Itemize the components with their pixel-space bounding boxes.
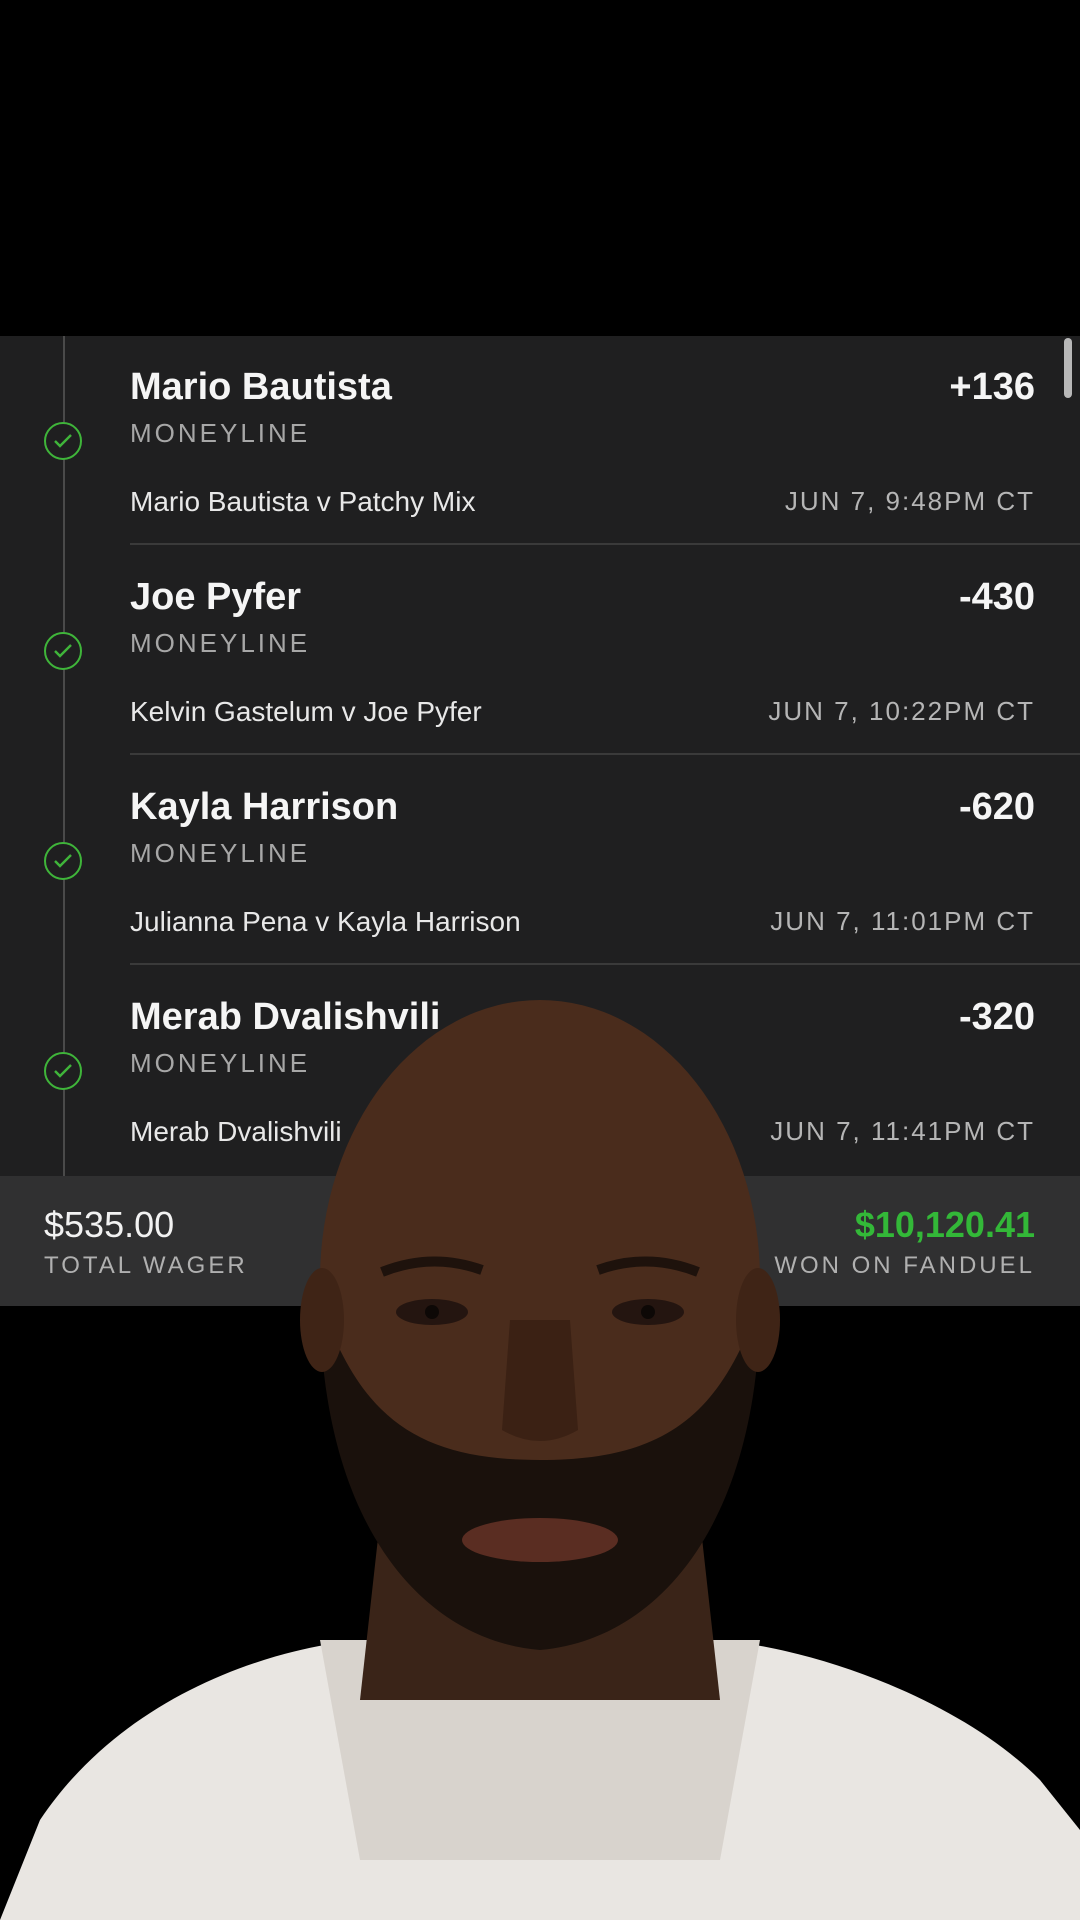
leg-selection: Joe Pyfer [130,576,302,618]
total-wager-label: TOTAL WAGER [44,1252,248,1279]
leg-time: JUN 7, 9:48PM CT [784,486,1035,516]
bet-leg[interactable]: Kayla Harrison -620 MONEYLINE Julianna P… [0,756,1080,965]
bet-leg[interactable]: Merab Dvalishvili -320 MONEYLINE Merab D… [0,966,1080,1175]
won-label: WON ON FANDUEL [774,1252,1035,1279]
leg-market: MONEYLINE [130,838,311,868]
leg-time: JUN 7, 11:41PM CT [770,1116,1035,1146]
leg-market: MONEYLINE [130,1048,311,1078]
leg-odds: -320 [958,996,1035,1038]
leg-matchup: Kelvin Gastelum v Joe Pyfer [130,696,482,727]
leg-odds: -430 [958,576,1035,618]
leg-divider [130,753,1080,755]
leg-market: MONEYLINE [130,628,311,658]
leg-selection: Kayla Harrison [130,786,399,828]
leg-matchup: Mario Bautista v Patchy Mix [130,486,476,517]
leg-divider [130,963,1080,965]
won-amount: $10,120.41 [854,1204,1035,1245]
leg-divider [130,543,1080,545]
bet-summary-bar: $535.00 TOTAL WAGER $10,120.41 WON ON FA… [0,1176,1080,1306]
leg-matchup: Merab Dvalishvili [130,1116,342,1147]
leg-time: JUN 7, 11:01PM CT [770,906,1035,936]
leg-market: MONEYLINE [130,418,311,448]
check-circle-icon [44,422,82,460]
bet-leg[interactable]: Joe Pyfer -430 MONEYLINE Kelvin Gastelum… [0,546,1080,755]
check-circle-icon [44,1052,82,1090]
leg-selection: Mario Bautista [130,366,392,408]
total-wager-amount: $535.00 [44,1204,175,1245]
leg-time: JUN 7, 10:22PM CT [768,696,1035,726]
leg-odds: -620 [958,786,1035,828]
check-circle-icon [44,842,82,880]
bet-leg[interactable]: Mario Bautista +136 MONEYLINE Mario Baut… [0,336,1080,545]
leg-matchup: Julianna Pena v Kayla Harrison [130,906,521,937]
leg-odds: +136 [949,366,1035,408]
leg-selection: Merab Dvalishvili [130,996,441,1038]
check-circle-icon [44,632,82,670]
